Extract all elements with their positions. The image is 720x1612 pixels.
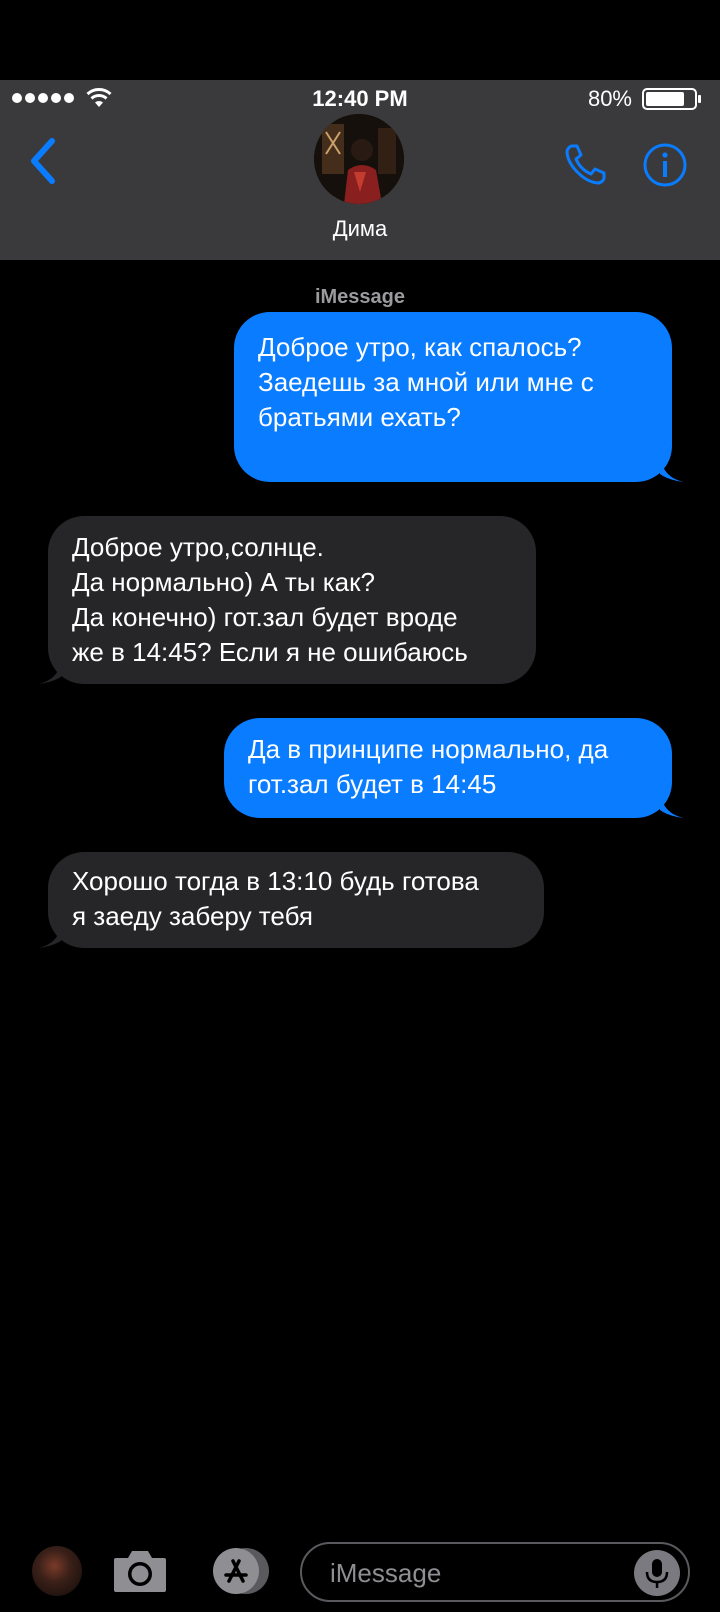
camera-icon[interactable]	[112, 1546, 168, 1594]
battery-percentage: 80%	[587, 86, 632, 111]
bubble-tail	[38, 924, 62, 948]
bubble-tail	[38, 660, 62, 684]
conversation-header: 12:40 PM 80% Дима	[0, 80, 720, 260]
service-label: iMessage	[314, 286, 406, 308]
microphone-button[interactable]	[634, 1550, 680, 1596]
info-icon[interactable]	[642, 142, 688, 188]
memoji-avatar[interactable]	[32, 1546, 82, 1596]
app-store-icon[interactable]	[204, 1546, 272, 1596]
message-incoming[interactable]: Доброе утро,солнце. Да нормально) А ты к…	[48, 516, 536, 684]
message-input-container[interactable]	[300, 1542, 690, 1602]
bubble-tail	[660, 794, 684, 818]
compose-bar	[0, 1532, 720, 1612]
microphone-icon	[645, 1559, 669, 1588]
phone-icon[interactable]	[562, 140, 610, 188]
message-input[interactable]	[328, 1552, 622, 1594]
contact-avatar[interactable]	[314, 114, 404, 204]
message-outgoing[interactable]: Доброе утро, как спалось? Заедешь за мно…	[234, 312, 672, 482]
contact-name[interactable]: Дима	[0, 216, 720, 242]
message-outgoing[interactable]: Да в принципе нормально, да гот.зал буде…	[224, 718, 672, 818]
battery-icon	[642, 88, 701, 110]
chevron-left-icon[interactable]	[24, 135, 64, 187]
bubble-tail	[660, 458, 684, 482]
message-incoming[interactable]: Хорошо тогда в 13:10 будь готова я заеду…	[48, 852, 544, 948]
top-black-strip	[0, 0, 720, 80]
